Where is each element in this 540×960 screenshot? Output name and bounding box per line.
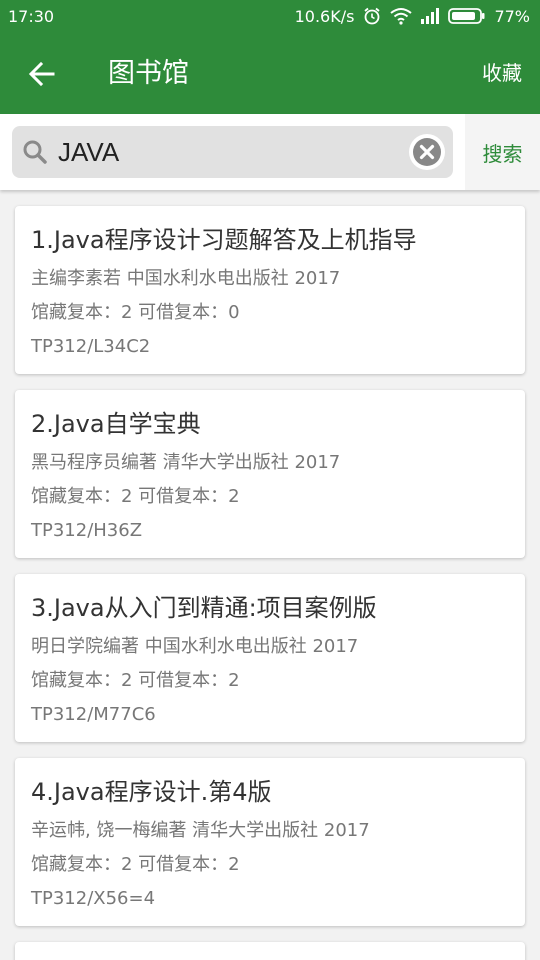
search-input[interactable] <box>58 132 398 172</box>
book-card[interactable] <box>15 942 525 960</box>
book-card[interactable]: 4.Java程序设计.第4版 辛运帏, 饶一梅编著 清华大学出版社 2017 馆… <box>15 758 525 926</box>
back-button[interactable] <box>22 54 62 94</box>
book-copies: 馆藏复本：2 可借复本：0 <box>31 302 240 323</box>
search-button[interactable]: 搜索 <box>465 114 540 190</box>
status-time: 17:30 <box>8 6 55 26</box>
book-copies: 馆藏复本：2 可借复本：2 <box>31 486 240 507</box>
signal-icon <box>420 8 440 24</box>
book-title: 1.Java程序设计习题解答及上机指导 <box>31 226 417 254</box>
status-bar: 17:30 10.6K/s 77% <box>0 0 540 32</box>
app-toolbar: 图书馆 收藏 <box>0 32 540 114</box>
book-title: 2.Java自学宝典 <box>31 410 201 438</box>
book-title: 4.Java程序设计.第4版 <box>31 778 272 806</box>
book-call-number: TP312/M77C6 <box>31 704 156 725</box>
results-list: 1.Java程序设计习题解答及上机指导 主编李素若 中国水利水电出版社 2017… <box>15 206 525 960</box>
clear-search-button[interactable] <box>409 134 445 170</box>
clear-icon <box>413 138 441 166</box>
back-arrow-icon <box>28 61 55 87</box>
battery-level: 77% <box>494 6 530 26</box>
favorites-button[interactable]: 收藏 <box>482 56 522 90</box>
battery-icon <box>448 7 486 25</box>
book-title: 3.Java从入门到精通:项目案例版 <box>31 594 377 622</box>
page-title: 图书馆 <box>108 58 189 89</box>
wifi-icon <box>390 7 413 25</box>
book-author-publisher: 辛运帏, 饶一梅编著 清华大学出版社 2017 <box>31 820 370 841</box>
library-app: 17:30 10.6K/s 77% 图书馆 收藏 JAVA 搜索 1.Java程… <box>0 0 540 960</box>
search-field <box>12 126 453 178</box>
net-speed: 10.6K/s <box>294 6 355 26</box>
alarm-icon <box>362 6 382 26</box>
book-call-number: TP312/H36Z <box>31 520 143 541</box>
book-call-number: TP312/X56=4 <box>31 888 156 909</box>
book-card[interactable]: 1.Java程序设计习题解答及上机指导 主编李素若 中国水利水电出版社 2017… <box>15 206 525 374</box>
search-icon <box>22 139 48 169</box>
book-author-publisher: 明日学院编著 中国水利水电出版社 2017 <box>31 636 359 657</box>
book-copies: 馆藏复本：2 可借复本：2 <box>31 854 240 875</box>
book-call-number: TP312/L34C2 <box>31 336 151 357</box>
book-copies: 馆藏复本：2 可借复本：2 <box>31 670 240 691</box>
search-bar: 搜索 <box>0 114 540 190</box>
book-author-publisher: 黑马程序员编著 清华大学出版社 2017 <box>31 452 341 473</box>
book-card[interactable]: 2.Java自学宝典 黑马程序员编著 清华大学出版社 2017 馆藏复本：2 可… <box>15 390 525 558</box>
status-indicators: 10.6K/s 77% <box>295 6 530 26</box>
book-card[interactable]: 3.Java从入门到精通:项目案例版 明日学院编著 中国水利水电出版社 2017… <box>15 574 525 742</box>
book-author-publisher: 主编李素若 中国水利水电出版社 2017 <box>31 268 341 289</box>
